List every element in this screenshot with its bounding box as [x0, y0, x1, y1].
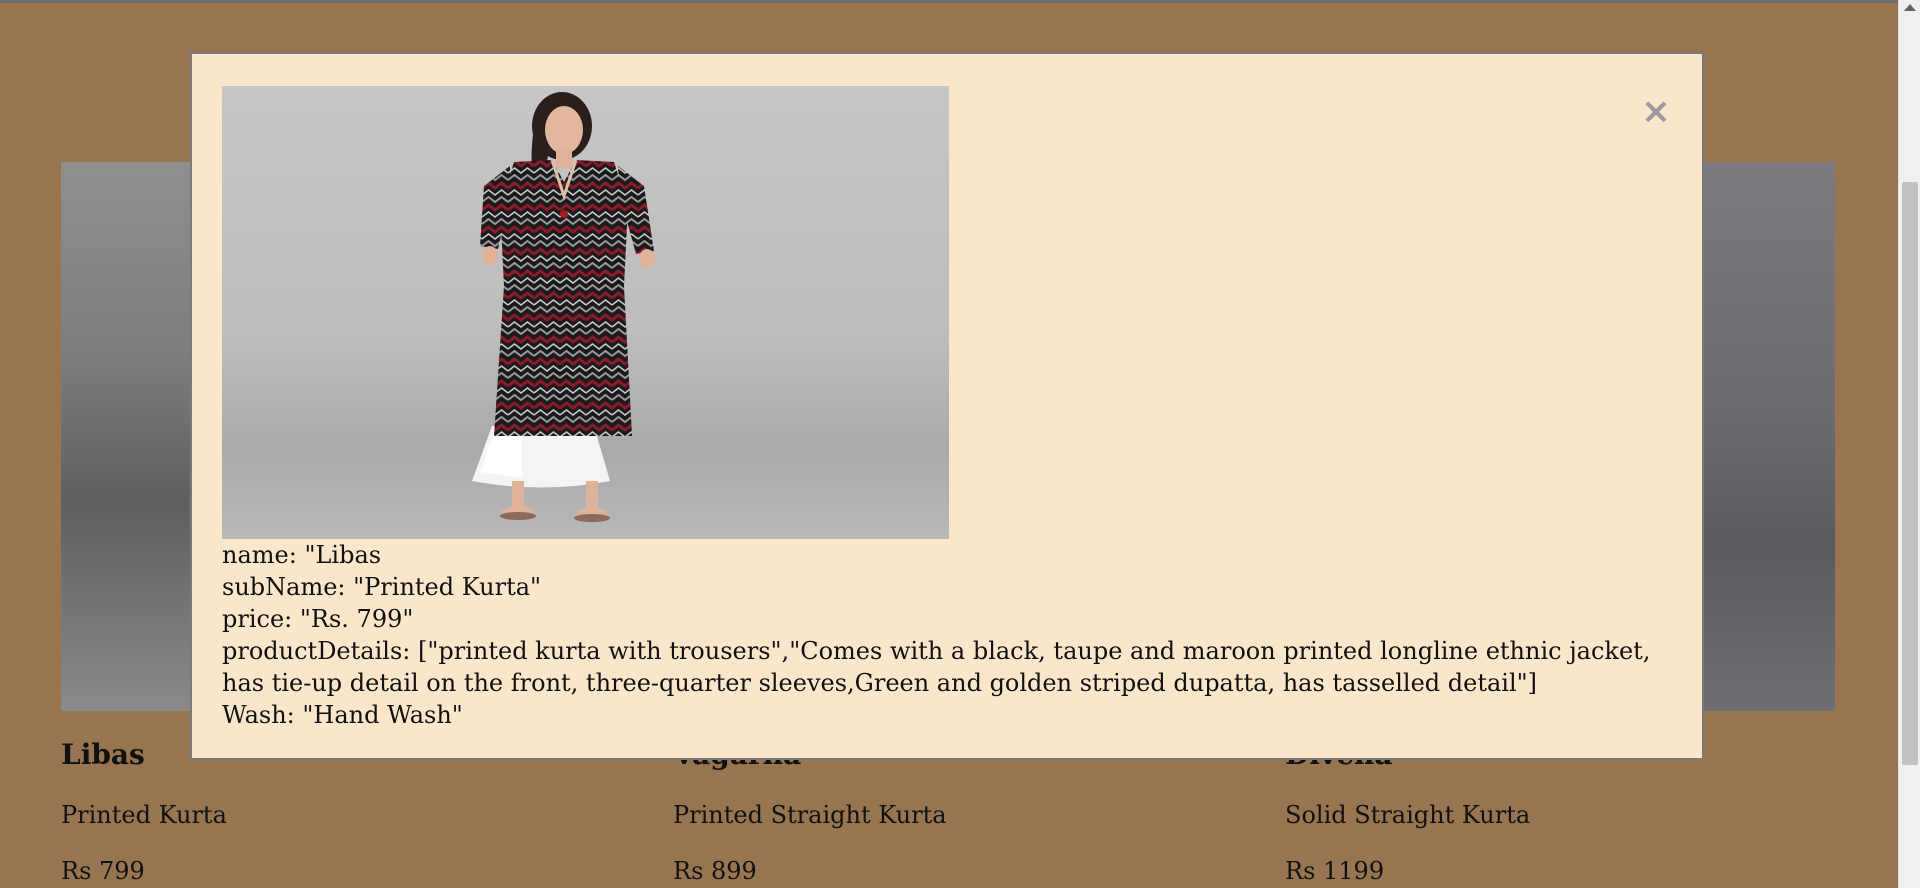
detail-product-details: productDetails: ["printed kurta with tro… — [222, 637, 1651, 697]
product-price: Rs 1199 — [1285, 857, 1385, 885]
product-price: Rs 899 — [673, 857, 757, 885]
close-icon[interactable]: × — [1638, 94, 1674, 130]
product-subname: Printed Kurta — [61, 801, 227, 829]
detail-name: name: "Libas — [222, 541, 382, 569]
window-top-edge — [0, 0, 1898, 3]
chevron-up-icon[interactable] — [1904, 4, 1916, 11]
product-detail-text: name: "Libas subName: "Printed Kurta" pr… — [222, 539, 1662, 731]
product-subname: Printed Straight Kurta — [673, 801, 947, 829]
product-detail-modal: × name: "Libas subName: "Printed Kurta" … — [190, 52, 1704, 760]
scrollbar-thumb[interactable] — [1902, 182, 1918, 765]
detail-subname: subName: "Printed Kurta" — [222, 573, 542, 601]
product-subname: Solid Straight Kurta — [1285, 801, 1531, 829]
product-photo — [222, 86, 949, 539]
vertical-scrollbar[interactable] — [1898, 0, 1920, 888]
kurta-model-illustration — [472, 92, 655, 522]
detail-wash: Wash: "Hand Wash" — [222, 701, 463, 729]
product-price: Rs 799 — [61, 857, 145, 885]
detail-price: price: "Rs. 799" — [222, 605, 414, 633]
